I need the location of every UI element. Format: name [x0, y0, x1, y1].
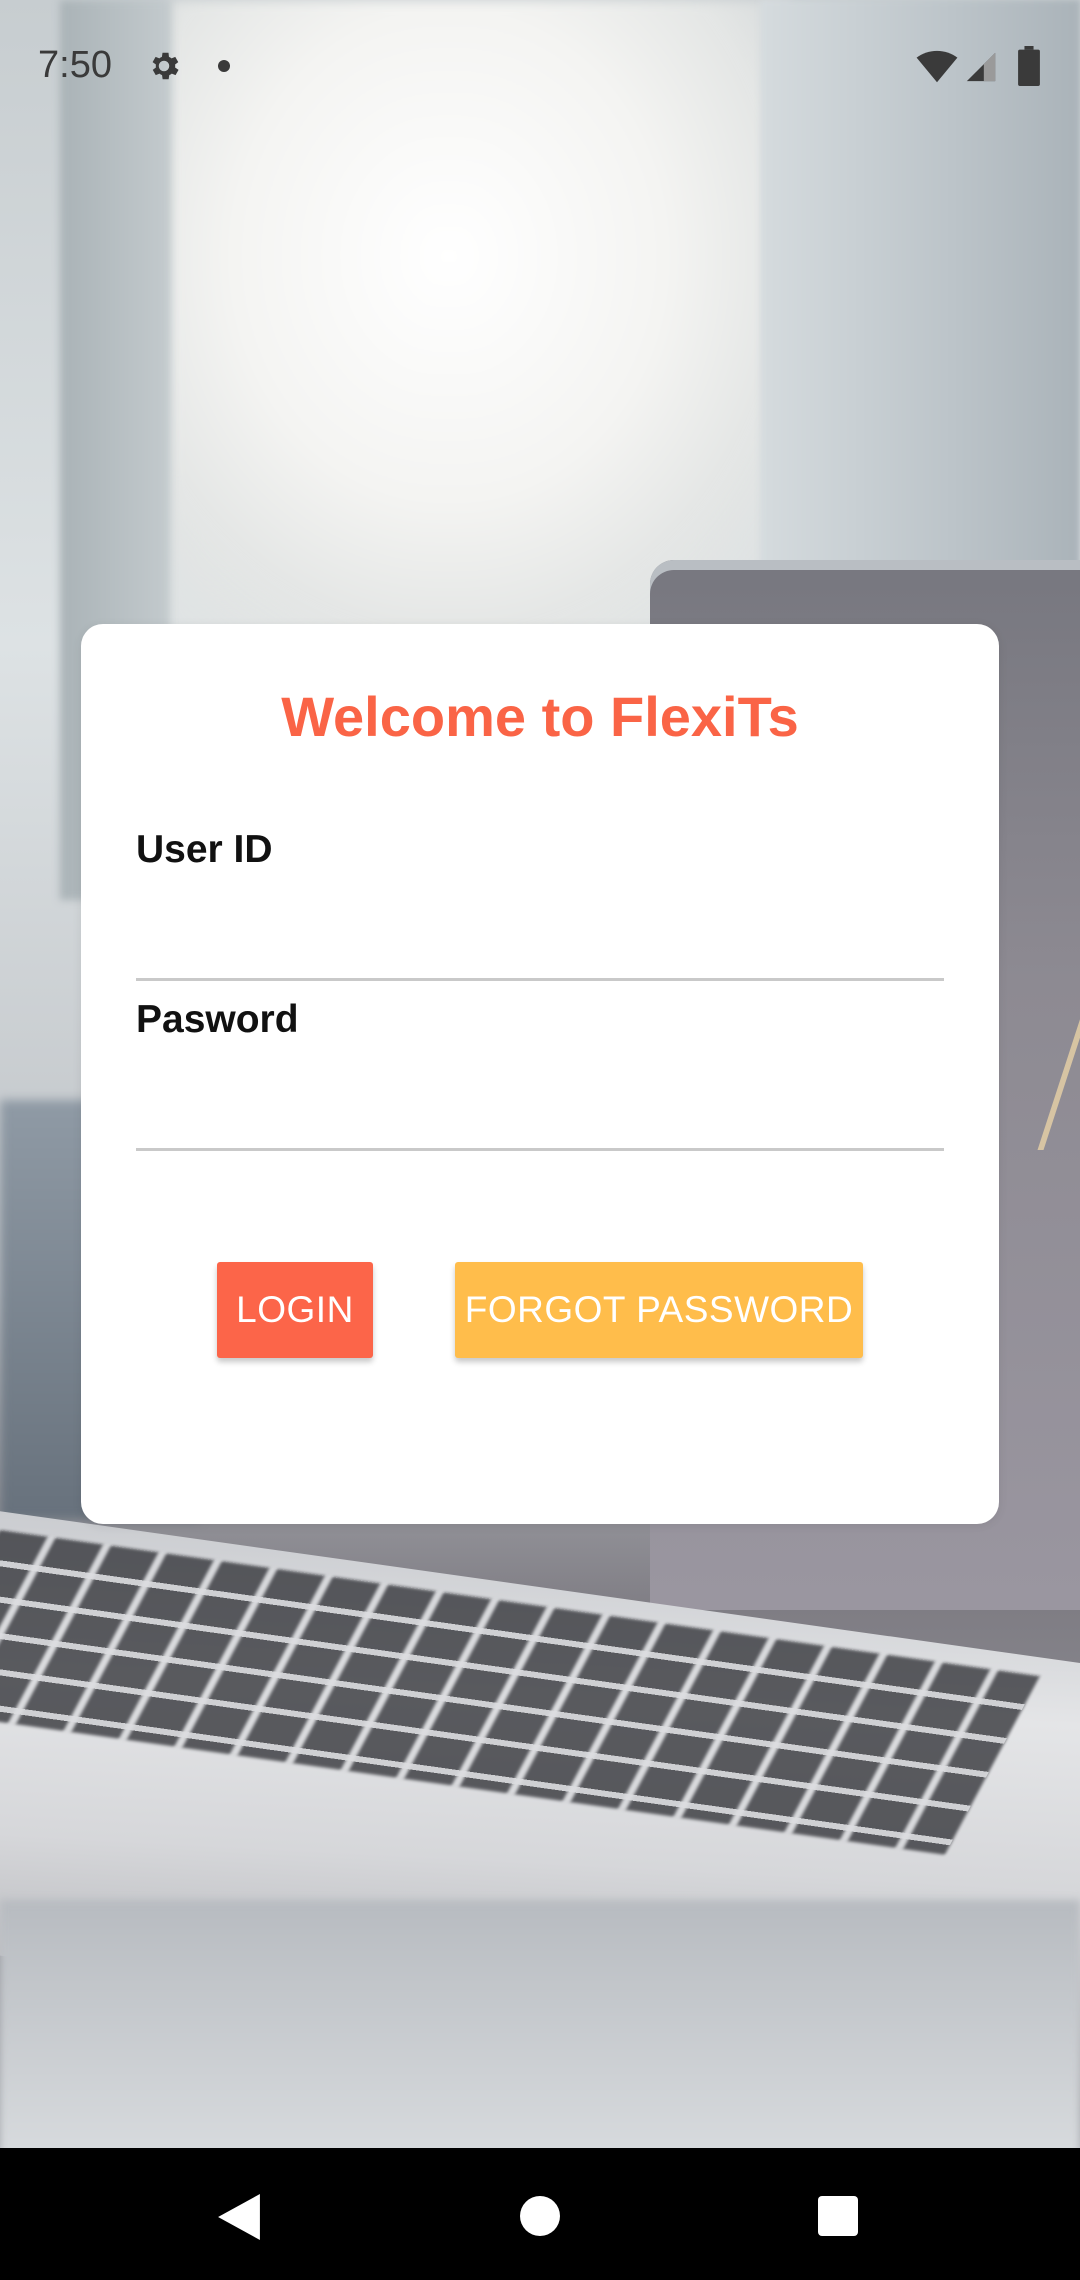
- gear-icon: [152, 52, 179, 80]
- notification-dot-icon: [218, 60, 230, 72]
- login-screen: 7:50 Welcome to FlexiTs User ID Pasword …: [0, 0, 1080, 2280]
- user-id-input[interactable]: [136, 908, 944, 981]
- battery-icon: [1018, 46, 1040, 86]
- status-time: 7:50: [38, 44, 112, 86]
- user-id-label: User ID: [136, 828, 273, 871]
- welcome-title: Welcome to FlexiTs: [281, 685, 799, 748]
- password-label: Pasword: [136, 998, 299, 1041]
- forgot-password-button[interactable]: FORGOT PASSWORD: [455, 1262, 863, 1358]
- cell-signal-icon: [966, 52, 996, 82]
- recents-icon[interactable]: [818, 2196, 858, 2236]
- login-card: Welcome to FlexiTs User ID Pasword LOGIN…: [81, 624, 999, 1524]
- back-icon[interactable]: [218, 2194, 260, 2240]
- password-input[interactable]: [136, 1078, 944, 1151]
- wifi-icon: [916, 50, 958, 83]
- status-bar: 7:50: [0, 0, 1080, 136]
- login-button[interactable]: LOGIN: [217, 1262, 373, 1358]
- home-icon[interactable]: [520, 2196, 560, 2236]
